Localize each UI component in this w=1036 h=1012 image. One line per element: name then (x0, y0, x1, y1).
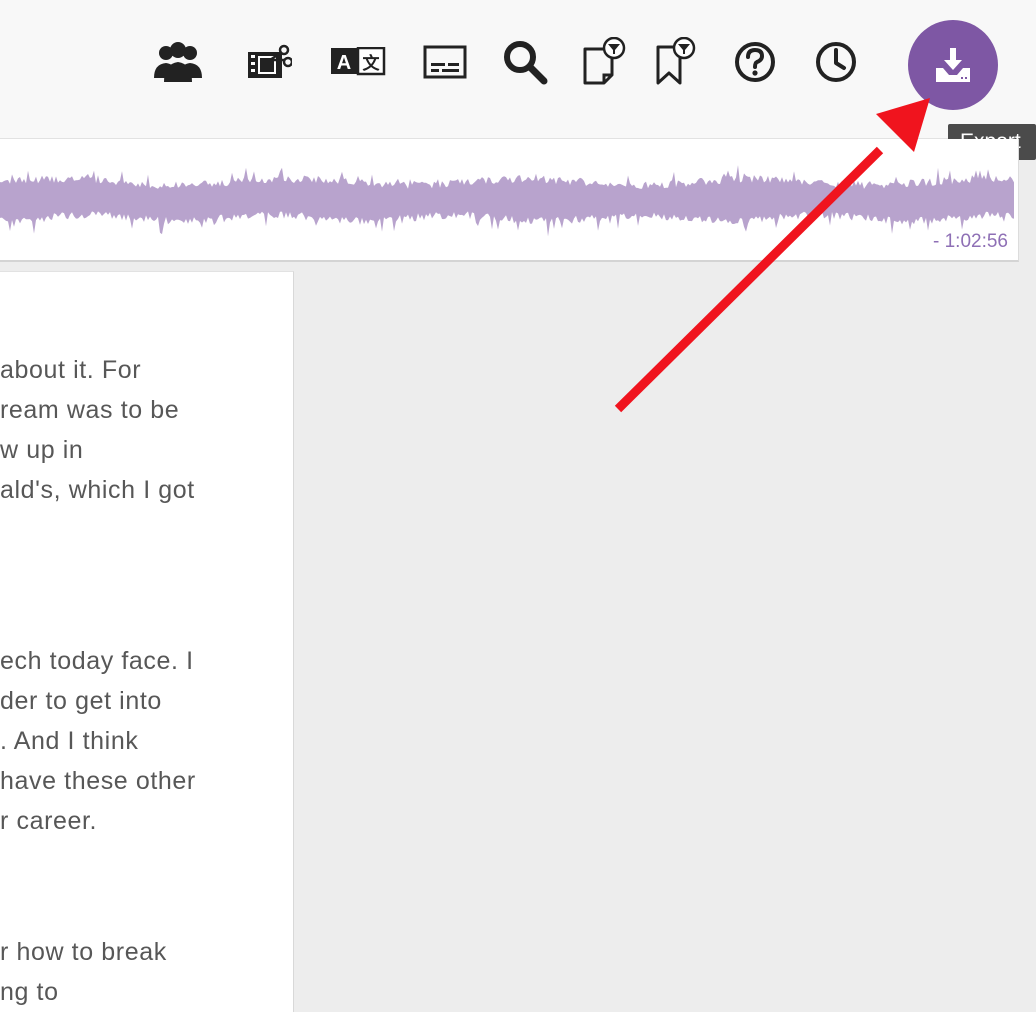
transcript-panel: about it. For ream was to be w up in ald… (0, 271, 294, 1012)
filter-bookmarks-icon[interactable] (647, 36, 703, 88)
export-button[interactable] (908, 20, 998, 110)
audio-waveform[interactable]: - 1:02:56 (0, 139, 1019, 262)
filter-notes-icon[interactable] (576, 36, 632, 88)
transcript-line: ald's, which I got (0, 476, 195, 504)
time-remaining: - 1:02:56 (933, 231, 1008, 252)
svg-text:文: 文 (363, 53, 381, 74)
transcript-line: about it. For (0, 356, 142, 384)
help-icon[interactable] (727, 36, 783, 88)
svg-text:A: A (337, 52, 351, 74)
top-toolbar: A 文 (0, 0, 1036, 139)
transcript-line: ng to (0, 978, 59, 1006)
search-icon[interactable] (497, 36, 553, 88)
transcript-line: . And I think (0, 727, 139, 755)
translate-icon[interactable]: A 文 (330, 36, 386, 88)
transcript-line: der to get into (0, 687, 162, 715)
transcript-line: r career. (0, 807, 98, 835)
transcript-line: w up in (0, 436, 84, 464)
video-editor-icon[interactable] (240, 36, 296, 88)
subtitles-icon[interactable] (417, 36, 473, 88)
transcript-line: ream was to be (0, 396, 180, 424)
download-icon (936, 48, 970, 82)
waveform-graphic[interactable] (0, 139, 1018, 260)
history-icon[interactable] (808, 36, 864, 88)
transcript-line: r how to break (0, 938, 167, 966)
speakers-icon[interactable] (150, 36, 206, 88)
transcript-line: ech today face. I (0, 647, 194, 675)
transcript-line: have these other (0, 767, 196, 795)
